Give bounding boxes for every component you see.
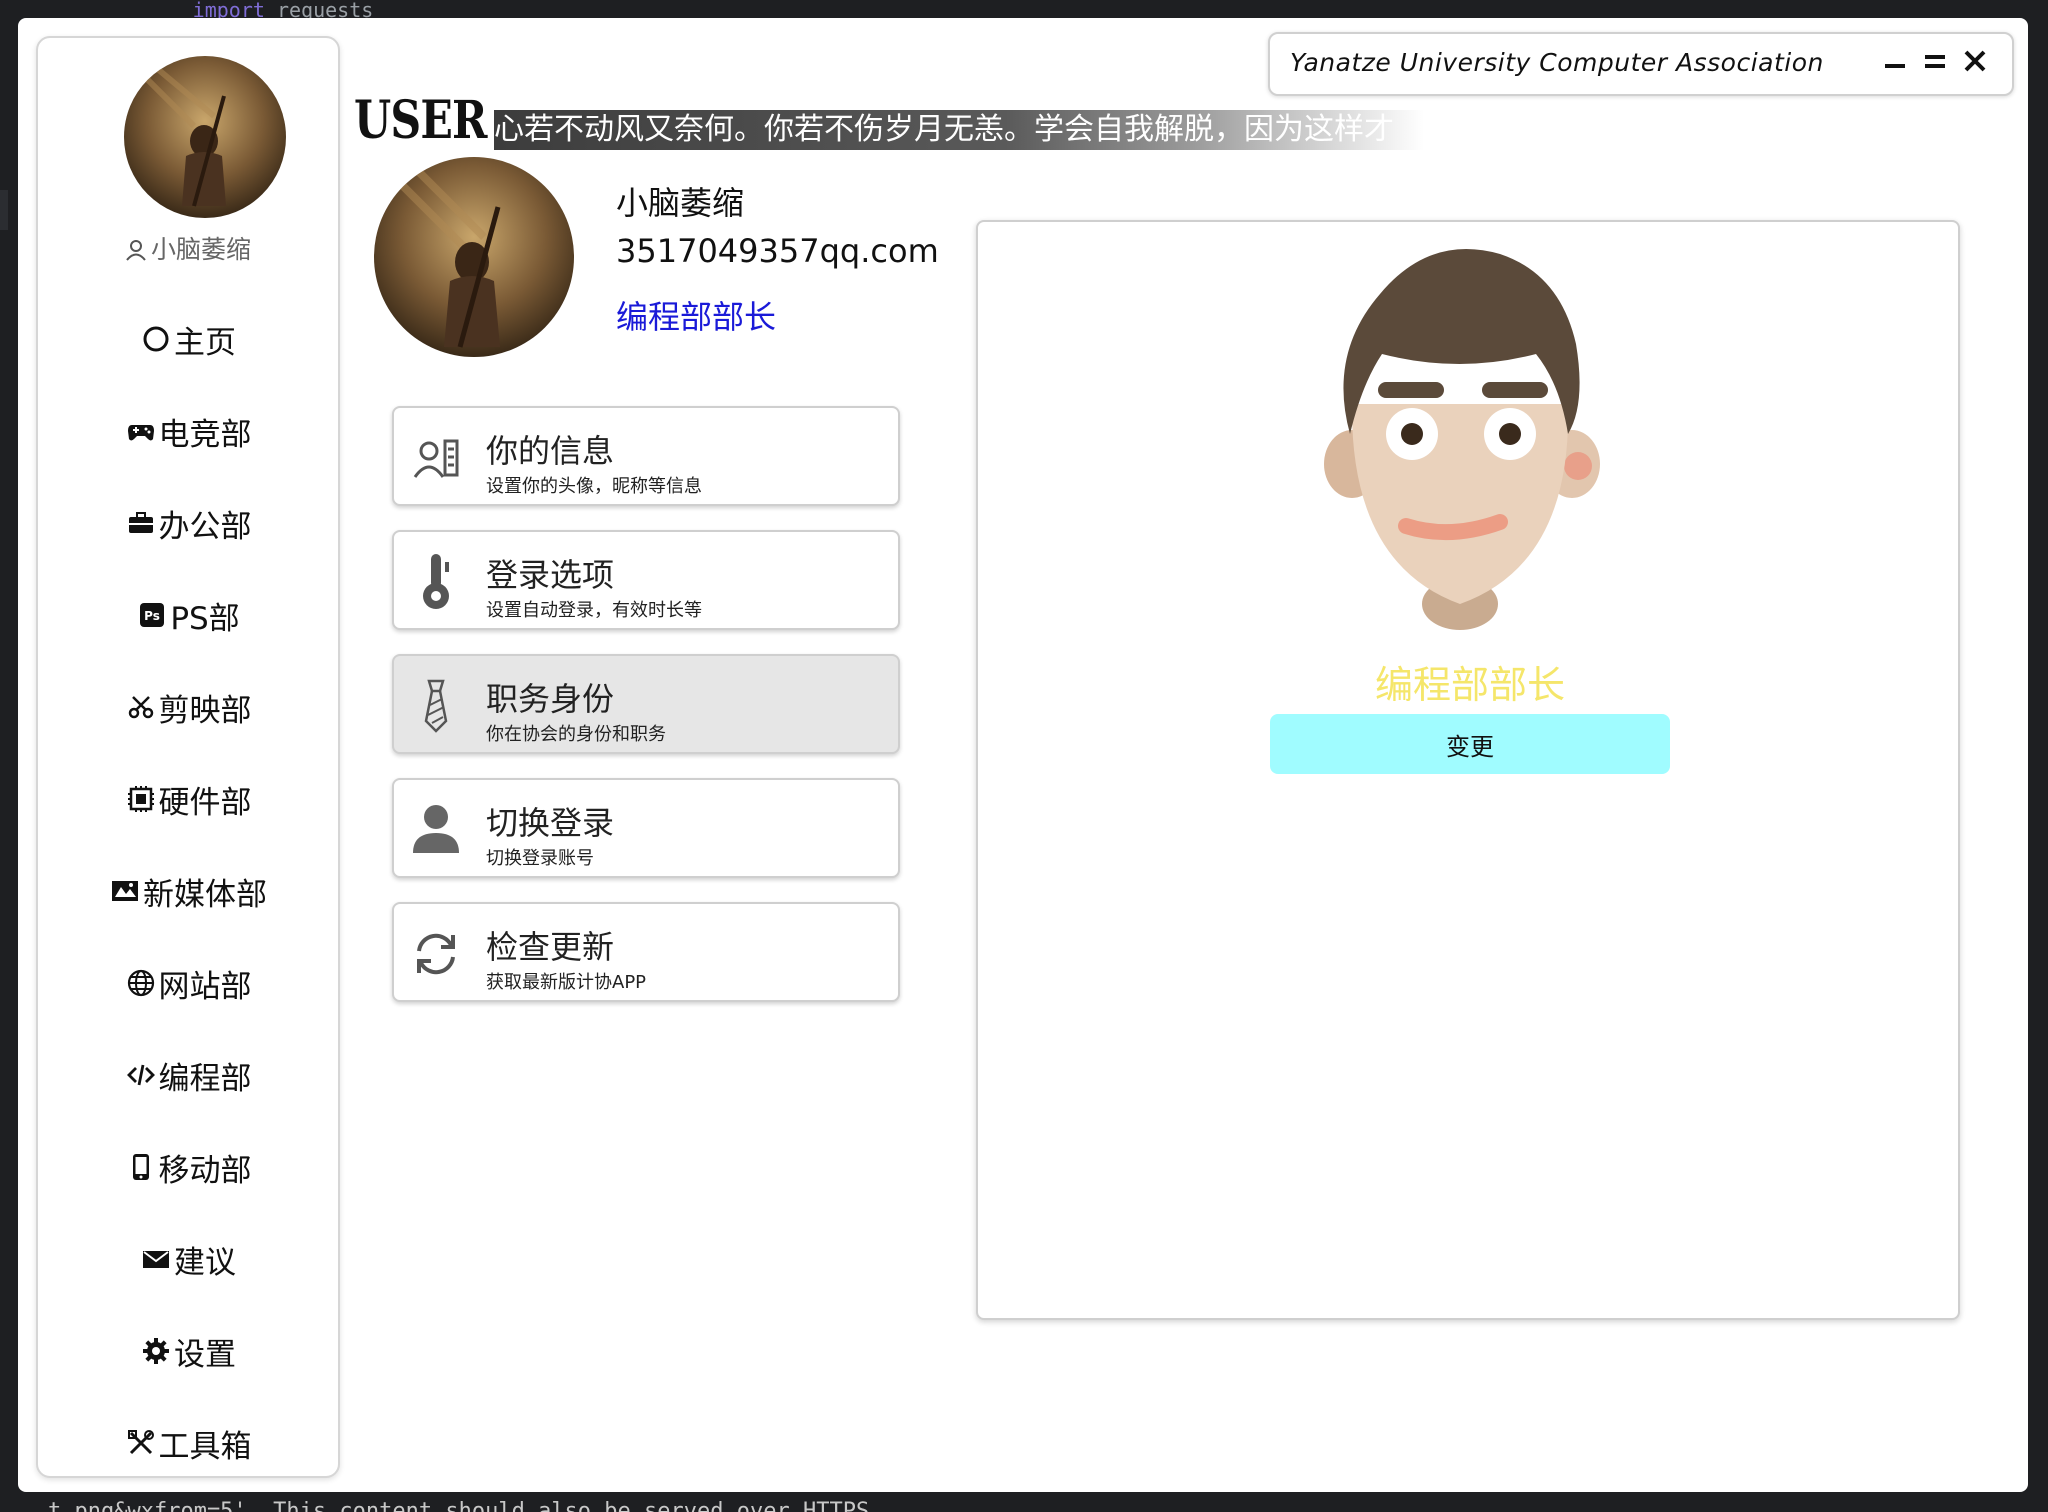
sidebar-item-hardware[interactable]: 硬件部 — [38, 753, 338, 845]
user-icon — [125, 238, 147, 267]
globe-icon — [125, 967, 157, 999]
sidebar-item-toolbox[interactable]: 工具箱 — [38, 1397, 338, 1489]
close-icon — [1962, 48, 1988, 78]
sidebar-item-label: 主页 — [174, 324, 236, 361]
code-keyword: import — [192, 0, 265, 20]
circle-icon — [140, 323, 172, 355]
sidebar-item-feedback[interactable]: 建议 — [38, 1213, 338, 1305]
sidebar-item-newmedia[interactable]: 新媒体部 — [38, 845, 338, 937]
sidebar-item-esports[interactable]: 电竞部 — [38, 385, 338, 477]
menu-login-options[interactable]: 登录选项 设置自动登录，有效时长等 — [392, 530, 900, 630]
menu-subtitle: 设置你的头像，昵称等信息 — [486, 476, 702, 497]
menu-position-identity[interactable]: 职务身份 你在协会的身份和职务 — [392, 654, 900, 754]
photoshop-icon: Ps — [136, 599, 168, 631]
menu-subtitle: 设置自动登录，有效时长等 — [486, 600, 702, 621]
motto-marquee: 心若不动风又奈何。你若不伤岁月无恙。学会自我解脱，因为这样才 — [494, 110, 1424, 150]
profile-role: 编程部部长 — [616, 298, 777, 336]
chip-icon — [125, 783, 157, 815]
briefcase-icon — [125, 507, 157, 539]
gear-icon — [140, 1335, 172, 1367]
sidebar-item-label: 电竞部 — [158, 416, 252, 453]
sidebar-username: 小脑萎缩 — [38, 230, 338, 267]
minimize-icon — [1883, 49, 1907, 77]
menu-title: 检查更新 — [486, 928, 615, 966]
svg-text:Ps: Ps — [144, 609, 160, 623]
menu-title: 职务身份 — [486, 680, 615, 718]
tools-icon — [125, 1427, 157, 1459]
thermometer-icon — [410, 554, 462, 609]
change-role-button[interactable]: 变更 — [1270, 714, 1670, 774]
person-icon — [410, 804, 462, 856]
contact-card-icon — [410, 432, 462, 484]
close-button[interactable] — [1958, 46, 1992, 80]
menu-subtitle: 你在协会的身份和职务 — [486, 724, 666, 745]
panel-role-title: 编程部部长 — [1374, 663, 1565, 707]
sidebar-username-label: 小脑萎缩 — [150, 235, 251, 264]
scissors-icon — [125, 691, 157, 723]
sidebar-item-website[interactable]: 网站部 — [38, 937, 338, 1029]
window-titlebar: Yanatze University Computer Association — [1268, 32, 2014, 96]
menu-your-info[interactable]: 你的信息 设置你的头像，昵称等信息 — [392, 406, 900, 506]
mail-icon — [140, 1243, 172, 1275]
sidebar: 小脑萎缩 主页 电竞部 办公部 Ps PS部 剪映部 硬件部 新媒体部 网站部 … — [36, 36, 340, 1478]
cartoon-face-illustration — [1310, 234, 1610, 634]
editor-right-edge — [2026, 20, 2048, 1492]
sidebar-item-label: 设置 — [174, 1336, 236, 1373]
editor-code-strip: import requests — [0, 0, 2048, 20]
sidebar-item-label: 工具箱 — [158, 1428, 252, 1465]
avatar[interactable] — [124, 56, 286, 218]
minimize-button[interactable] — [1878, 46, 1912, 80]
sidebar-item-label: PS部 — [170, 600, 240, 637]
menu-subtitle: 切换登录账号 — [486, 848, 594, 869]
code-icon — [125, 1059, 157, 1091]
sidebar-item-programming[interactable]: 编程部 — [38, 1029, 338, 1121]
sidebar-item-home[interactable]: 主页 — [38, 293, 338, 385]
refresh-icon — [410, 928, 462, 980]
maximize-button[interactable] — [1918, 46, 1952, 80]
settings-menu: 你的信息 设置你的头像，昵称等信息 登录选项 设置自动登录，有效时长等 职务身份… — [392, 406, 904, 1026]
window-title: Yanatze University Computer Association — [1290, 48, 1824, 77]
sidebar-item-label: 编程部 — [158, 1060, 252, 1097]
sidebar-item-settings[interactable]: 设置 — [38, 1305, 338, 1397]
menu-switch-login[interactable]: 切换登录 切换登录账号 — [392, 778, 900, 878]
sidebar-item-label: 新媒体部 — [143, 876, 267, 913]
sidebar-item-label: 办公部 — [158, 508, 252, 545]
page-title: USER — [354, 90, 487, 151]
code-text: requests — [276, 0, 374, 20]
menu-title: 切换登录 — [486, 804, 615, 842]
sidebar-item-label: 建议 — [174, 1244, 236, 1281]
identity-panel: 编程部部长 变更 — [976, 220, 1960, 1320]
profile-email: 3517049357qq.com — [616, 232, 939, 270]
sidebar-item-label: 网站部 — [158, 968, 252, 1005]
profile-avatar[interactable] — [374, 157, 574, 357]
sidebar-item-mobile[interactable]: 移动部 — [38, 1121, 338, 1213]
sidebar-item-office[interactable]: 办公部 — [38, 477, 338, 569]
console-text: t.png&wxfrom=5'. This content should als… — [0, 1492, 2048, 1512]
gamepad-icon — [125, 415, 157, 447]
tie-icon — [410, 679, 462, 733]
sidebar-item-label: 移动部 — [158, 1152, 252, 1189]
sidebar-item-ps[interactable]: Ps PS部 — [38, 569, 338, 661]
phone-icon — [125, 1151, 157, 1183]
sidebar-item-video[interactable]: 剪映部 — [38, 661, 338, 753]
sidebar-nav: 主页 电竞部 办公部 Ps PS部 剪映部 硬件部 新媒体部 网站部 编程部 移… — [38, 293, 338, 1489]
sidebar-item-label: 硬件部 — [158, 784, 252, 821]
maximize-icon — [1923, 49, 1947, 77]
media-icon — [109, 875, 141, 907]
sidebar-item-label: 剪映部 — [158, 692, 252, 729]
app-window: 小脑萎缩 主页 电竞部 办公部 Ps PS部 剪映部 硬件部 新媒体部 网站部 … — [18, 18, 2028, 1492]
menu-title: 登录选项 — [486, 556, 615, 594]
menu-title: 你的信息 — [486, 432, 615, 470]
profile-name: 小脑萎缩 — [616, 184, 745, 222]
menu-check-update[interactable]: 检查更新 获取最新版计协APP — [392, 902, 900, 1002]
editor-gutter-mark — [0, 190, 8, 230]
menu-subtitle: 获取最新版计协APP — [486, 972, 647, 993]
